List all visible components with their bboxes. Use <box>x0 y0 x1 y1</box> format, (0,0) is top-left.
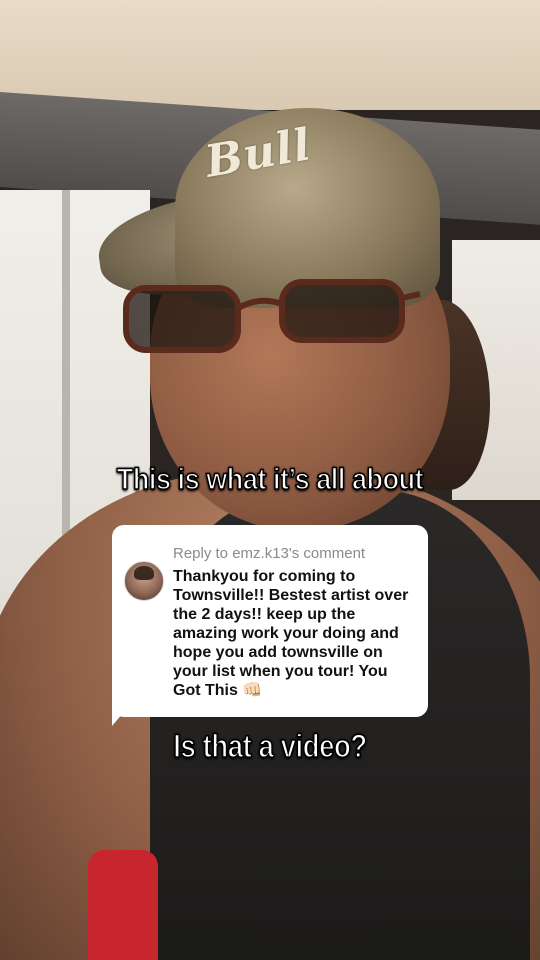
caption-top: This is what it’s all about <box>116 462 424 497</box>
commenter-avatar <box>124 561 164 601</box>
reply-comment-card[interactable]: Reply to emz.k13's comment Thankyou for … <box>112 525 428 717</box>
comment-text: Thankyou for coming to Townsville!! Best… <box>173 568 409 699</box>
reply-header: Reply to emz.k13's comment <box>173 545 366 562</box>
caption-bottom: Is that a video? <box>173 727 368 765</box>
ceiling <box>0 0 540 110</box>
comment-bubble-tail <box>112 700 134 726</box>
red-chair <box>88 850 158 960</box>
glasses <box>123 279 421 353</box>
